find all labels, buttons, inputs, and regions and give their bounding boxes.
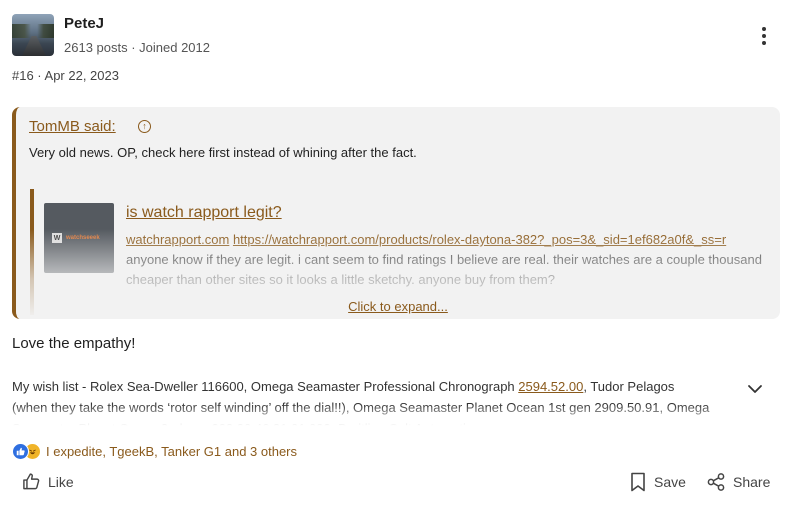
reactions-summary[interactable]: I expedite, TgeekB, Tanker G1 and 3 othe…: [12, 441, 297, 461]
share-icon: [707, 473, 725, 491]
embed-url-link[interactable]: https://watchrapport.com/products/rolex-…: [233, 232, 726, 247]
post-actions: Like Save Share: [12, 470, 782, 496]
post-header: PeteJ 2613 posts · Joined 2012: [12, 14, 782, 58]
quote-author-link[interactable]: TomMB said:: [29, 118, 116, 135]
quote-text: Very old news. OP, check here first inst…: [29, 145, 417, 160]
chevron-down-icon[interactable]: [746, 380, 764, 398]
more-options-icon[interactable]: [754, 24, 774, 48]
signature-text-start: My wish list - Rolex Sea-Dweller 116600,…: [12, 379, 519, 394]
like-button[interactable]: Like: [22, 472, 74, 491]
thumbnail-logo-icon: W: [52, 233, 62, 243]
embed-thumbnail[interactable]: W watchseeek: [44, 203, 114, 273]
share-button[interactable]: Share: [706, 472, 770, 492]
avatar-trees: [12, 24, 54, 38]
share-label: Share: [733, 474, 771, 490]
arrow-up-circle-icon[interactable]: ↑: [138, 120, 151, 133]
signature-link[interactable]: 2594.52.00: [518, 379, 583, 394]
embed-body: watchrapport.com https://watchrapport.co…: [126, 230, 762, 290]
bookmark-icon: [631, 472, 645, 492]
save-button[interactable]: Save: [630, 472, 686, 492]
user-avatar[interactable]: [12, 14, 54, 56]
avatar-road: [22, 36, 46, 56]
embed-title-link[interactable]: is watch rapport legit?: [126, 204, 282, 222]
save-label: Save: [654, 474, 686, 490]
signature-fade-overlay: [12, 404, 712, 428]
like-icon: [12, 442, 29, 460]
post-number-date[interactable]: #16 · Apr 22, 2023: [12, 68, 119, 83]
reactor-names[interactable]: I expedite, TgeekB, Tanker G1 and 3 othe…: [46, 444, 297, 459]
thumbnail-brand-text: watchseeek: [66, 235, 100, 241]
click-to-expand-link[interactable]: Click to expand...: [16, 299, 780, 314]
embed-site-link[interactable]: watchrapport.com: [126, 232, 229, 247]
quote-block: TomMB said: ↑ Very old news. OP, check h…: [12, 107, 780, 319]
like-label: Like: [48, 473, 74, 490]
username[interactable]: PeteJ: [64, 15, 104, 32]
nested-quote-embed: W watchseeek is watch rapport legit? wat…: [30, 189, 770, 315]
thumbs-up-icon: [23, 473, 40, 490]
user-meta: 2613 posts · Joined 2012: [64, 40, 210, 55]
post-message: Love the empathy!: [12, 335, 136, 352]
embed-body-text: anyone know if they are legit. i cant se…: [126, 252, 762, 287]
